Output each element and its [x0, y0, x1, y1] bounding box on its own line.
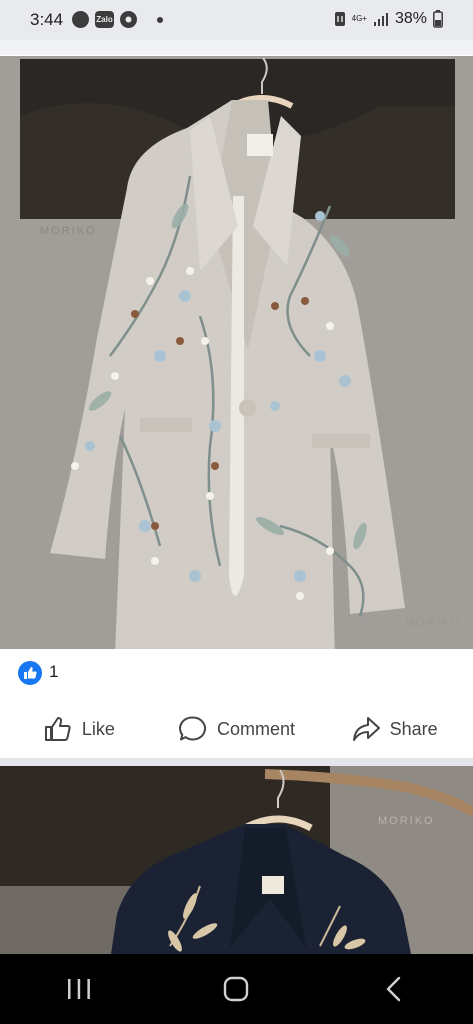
system-nav-bar: [0, 954, 473, 1024]
more-notifications-dot: [157, 16, 163, 23]
like-reaction-icon[interactable]: [18, 661, 42, 685]
zalo-icon: Zalo: [95, 11, 114, 28]
battery-percent: 38%: [394, 10, 427, 27]
reactions-row: [0, 650, 473, 700]
watermark-top: MORIKO: [378, 815, 435, 827]
chrome-icon: [120, 11, 137, 28]
comment-icon: [179, 716, 206, 741]
notification-icons: Zalo: [72, 11, 163, 28]
like-label: Like: [81, 718, 115, 739]
nfc-icon: [334, 12, 345, 26]
reaction-count[interactable]: 1: [49, 662, 58, 682]
whatsapp-icon: [72, 11, 89, 28]
home-icon: [224, 976, 249, 1002]
post-action-bar: Like Comment Share: [0, 700, 473, 758]
home-button[interactable]: [206, 964, 266, 1014]
battery-icon: [433, 10, 443, 28]
status-bar: 3:44 Zalo 4G+ 38%: [0, 0, 473, 40]
signal-icon: [373, 13, 388, 26]
recent-apps-button[interactable]: [49, 964, 109, 1014]
feed-gap: [0, 40, 473, 55]
share-label: Share: [389, 718, 438, 739]
comment-button[interactable]: Comment: [158, 700, 316, 758]
back-icon: [386, 976, 401, 1002]
comment-label: Comment: [216, 718, 296, 739]
post-separator: [0, 758, 473, 766]
thumbs-up-icon: [44, 717, 71, 741]
status-right: 4G+ 38%: [334, 10, 443, 28]
post-photo-dark-blazer[interactable]: MORIKO: [0, 766, 473, 954]
recent-apps-icon: [67, 979, 90, 999]
share-icon: [352, 717, 380, 741]
watermark-left: MORIKO: [40, 225, 97, 237]
post-photo-light-blazer[interactable]: MORIKO MORIKO: [0, 56, 473, 649]
watermark-right: MORIKO: [405, 617, 462, 629]
like-button[interactable]: Like: [0, 700, 158, 758]
back-button[interactable]: [364, 964, 424, 1014]
network-type: 4G+: [351, 14, 367, 23]
share-button[interactable]: Share: [315, 700, 473, 758]
status-time: 3:44: [30, 10, 64, 29]
